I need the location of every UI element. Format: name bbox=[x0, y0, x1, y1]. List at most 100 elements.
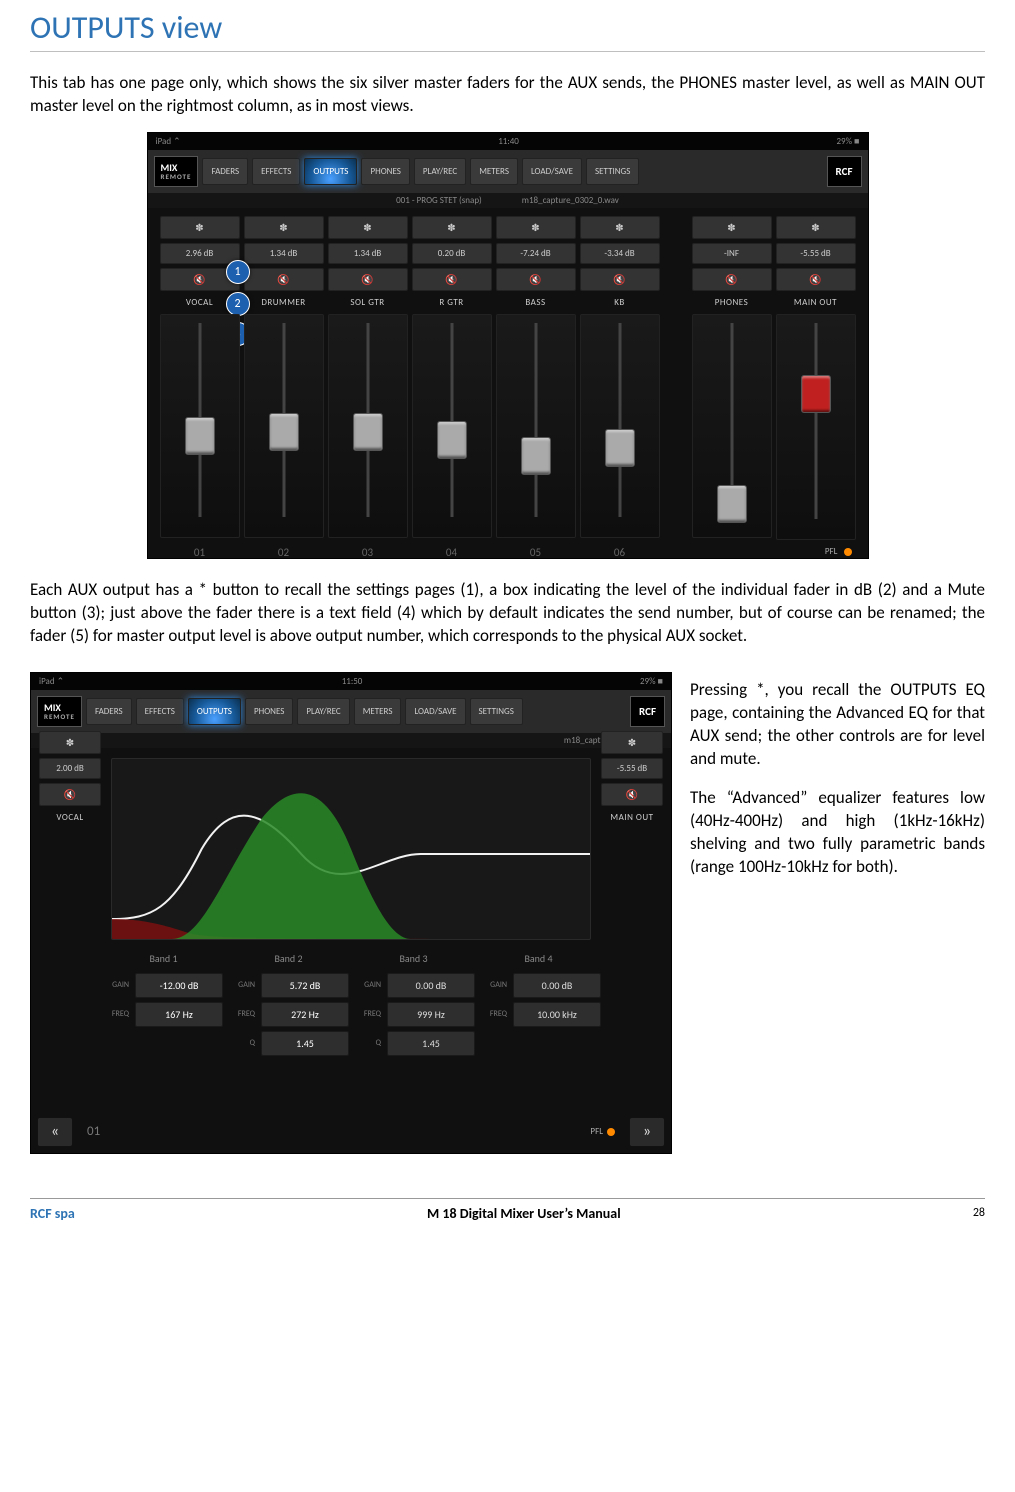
band-tab-1[interactable]: Band 1 bbox=[135, 948, 191, 969]
status-left: iPad ⌃ bbox=[156, 136, 181, 147]
fader-knob[interactable] bbox=[605, 429, 635, 467]
fader-knob[interactable] bbox=[717, 485, 747, 523]
footer-page: 28 bbox=[973, 1206, 985, 1220]
eq-mainout-db: -5.55 dB bbox=[601, 758, 663, 779]
eq-freq-value-band1[interactable]: 167 Hz bbox=[135, 1002, 223, 1027]
output-number: 01 bbox=[160, 546, 240, 559]
intro-paragraph: This tab has one page only, which shows … bbox=[30, 72, 985, 118]
nav-tab-playrec[interactable]: PLAY/REC bbox=[297, 698, 349, 725]
fader-track[interactable] bbox=[496, 314, 576, 538]
recall-button[interactable] bbox=[328, 216, 408, 239]
eq-q-label: Q bbox=[227, 1038, 255, 1048]
ipad-status-bar-2: iPad ⌃ 11:50 29% ■ bbox=[31, 673, 671, 690]
fader-knob[interactable] bbox=[801, 375, 831, 413]
prev-button[interactable]: « bbox=[37, 1117, 73, 1147]
band-tab-2[interactable]: Band 2 bbox=[260, 948, 316, 969]
level-db: 1.34 dB bbox=[328, 243, 408, 264]
fader-track[interactable] bbox=[776, 314, 856, 540]
eq-gain-value-band1[interactable]: -12.00 dB bbox=[135, 973, 223, 998]
ipad-status-bar: iPad ⌃ 11:40 29% ■ bbox=[148, 133, 868, 150]
fader-track[interactable] bbox=[692, 314, 772, 538]
nav-tab-outputs[interactable]: OUTPUTS bbox=[188, 698, 241, 725]
mute-button[interactable] bbox=[692, 268, 772, 291]
channel-name[interactable]: R GTR bbox=[412, 297, 492, 308]
eq-freq-value-band4[interactable]: 10.00 kHz bbox=[513, 1002, 601, 1027]
output-number: 02 bbox=[244, 546, 324, 559]
channel-name[interactable]: SOL GTR bbox=[328, 297, 408, 308]
fader-knob[interactable] bbox=[437, 421, 467, 459]
channel-name[interactable]: MAIN OUT bbox=[776, 297, 856, 308]
nav-tab-loadsave[interactable]: LOAD/SAVE bbox=[522, 158, 582, 185]
rcf-badge-2: RCF bbox=[630, 696, 665, 727]
mute-button[interactable] bbox=[776, 268, 856, 291]
eq-gain-value-band2[interactable]: 5.72 dB bbox=[261, 973, 349, 998]
nav-tab-faders[interactable]: FADERS bbox=[202, 158, 248, 185]
band-tab-3[interactable]: Band 3 bbox=[385, 948, 441, 969]
fader-knob[interactable] bbox=[269, 413, 299, 451]
fader-track[interactable] bbox=[244, 314, 324, 538]
nav-tab-phones[interactable]: PHONES bbox=[245, 698, 293, 725]
eq-freq-value-band2[interactable]: 272 Hz bbox=[261, 1002, 349, 1027]
nav-tab-meters[interactable]: METERS bbox=[470, 158, 518, 185]
nav-tab-faders[interactable]: FADERS bbox=[86, 698, 132, 725]
channel-name[interactable]: KB bbox=[580, 297, 660, 308]
recall-button[interactable] bbox=[244, 216, 324, 239]
mute-button[interactable] bbox=[580, 268, 660, 291]
eq-gain-value-band4[interactable]: 0.00 dB bbox=[513, 973, 601, 998]
rcf-badge: RCF bbox=[827, 156, 862, 187]
recall-button[interactable] bbox=[496, 216, 576, 239]
footer-title: M 18 Digital Mixer User’s Manual bbox=[427, 1205, 621, 1222]
recall-button[interactable] bbox=[776, 216, 856, 239]
level-db: 1.34 dB bbox=[244, 243, 324, 264]
filename: m18_capture_0302_0.wav bbox=[522, 195, 619, 206]
level-db: 2.96 dB bbox=[160, 243, 240, 264]
eq-q-value-band3[interactable]: 1.45 bbox=[387, 1031, 475, 1056]
recall-button[interactable] bbox=[692, 216, 772, 239]
status-battery: 29% ■ bbox=[836, 136, 859, 147]
fader-track[interactable] bbox=[412, 314, 492, 538]
fader-knob[interactable] bbox=[353, 413, 383, 451]
nav-tab-meters[interactable]: METERS bbox=[354, 698, 402, 725]
nav-tab-effects[interactable]: EFFECTS bbox=[252, 158, 300, 185]
eq-settings-button[interactable] bbox=[39, 731, 101, 754]
eq-mute-button[interactable] bbox=[39, 783, 101, 806]
fader-track[interactable] bbox=[580, 314, 660, 538]
footer-brand: RCF spa bbox=[30, 1205, 75, 1222]
eq-mainout-settings-button[interactable] bbox=[601, 731, 663, 754]
eq-freq-value-band3[interactable]: 999 Hz bbox=[387, 1002, 475, 1027]
phones-channel-: -INFPHONES bbox=[692, 216, 772, 559]
fader-knob[interactable] bbox=[185, 417, 215, 455]
band-tab-4[interactable]: Band 4 bbox=[510, 948, 566, 969]
channel-name[interactable]: DRUMMER bbox=[244, 297, 324, 308]
preset-name: 001 - PROG STET (snap) bbox=[396, 195, 482, 206]
fader-track[interactable] bbox=[160, 314, 240, 538]
mute-button[interactable] bbox=[328, 268, 408, 291]
nav-tab-playrec[interactable]: PLAY/REC bbox=[414, 158, 466, 185]
channel-name[interactable]: BASS bbox=[496, 297, 576, 308]
eq-q-value-band2[interactable]: 1.45 bbox=[261, 1031, 349, 1056]
channel-name[interactable]: PHONES bbox=[692, 297, 772, 308]
eq-q-label: Q bbox=[353, 1038, 381, 1048]
mute-button[interactable] bbox=[244, 268, 324, 291]
mute-button[interactable] bbox=[412, 268, 492, 291]
recall-button[interactable] bbox=[580, 216, 660, 239]
status-time-2: 11:50 bbox=[342, 676, 363, 687]
eq-gain-value-band3[interactable]: 0.00 dB bbox=[387, 973, 475, 998]
eq-mainout-mute-button[interactable] bbox=[601, 783, 663, 806]
nav-tab-settings[interactable]: SETTINGS bbox=[586, 158, 639, 185]
nav-tab-effects[interactable]: EFFECTS bbox=[136, 698, 184, 725]
fader-track[interactable] bbox=[328, 314, 408, 538]
recall-button[interactable] bbox=[160, 216, 240, 239]
level-db: -7.24 dB bbox=[496, 243, 576, 264]
eq-freq-label: FREQ bbox=[227, 1009, 255, 1019]
recall-button[interactable] bbox=[412, 216, 492, 239]
nav-tab-loadsave[interactable]: LOAD/SAVE bbox=[405, 698, 465, 725]
mute-button[interactable] bbox=[496, 268, 576, 291]
next-button[interactable]: » bbox=[629, 1117, 665, 1147]
level-db: -3.34 dB bbox=[580, 243, 660, 264]
nav-tab-phones[interactable]: PHONES bbox=[361, 158, 409, 185]
fader-knob[interactable] bbox=[521, 437, 551, 475]
nav-tab-outputs[interactable]: OUTPUTS bbox=[304, 158, 357, 185]
nav-tab-settings[interactable]: SETTINGS bbox=[470, 698, 523, 725]
level-db: -5.55 dB bbox=[776, 243, 856, 264]
